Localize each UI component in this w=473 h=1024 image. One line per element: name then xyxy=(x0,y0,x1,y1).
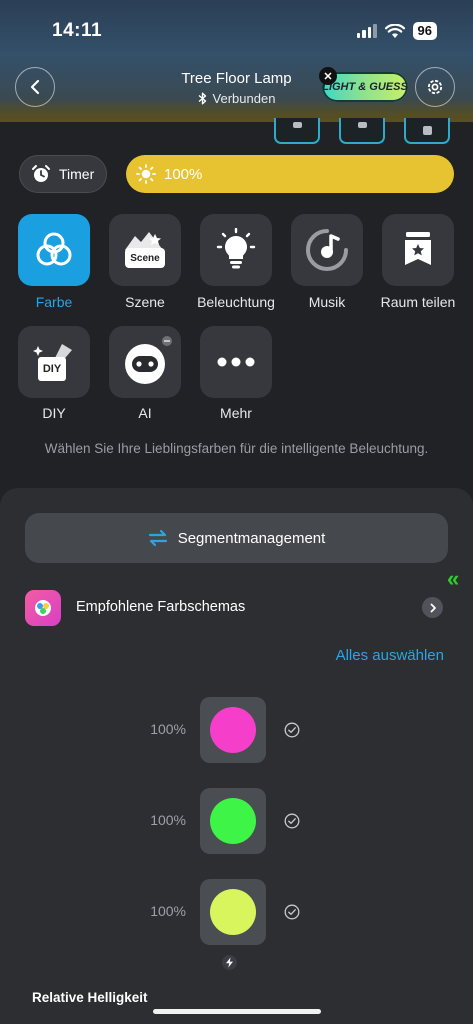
check-circle-icon[interactable] xyxy=(284,904,300,920)
diy-icon-label: DIY xyxy=(38,357,66,381)
signal-icon xyxy=(356,24,377,38)
lightbulb-icon xyxy=(216,228,256,269)
close-icon[interactable]: ✕ xyxy=(319,67,337,85)
feature-farbe[interactable] xyxy=(18,214,90,286)
color-circles-icon xyxy=(36,232,72,266)
color-swatch-item[interactable] xyxy=(200,697,266,763)
swap-arrows-icon xyxy=(148,529,167,547)
feature-label-raum-teilen: Raum teilen xyxy=(380,294,456,310)
recommended-schemes-label[interactable]: Empfohlene Farbschemas xyxy=(76,599,245,615)
connection-label: Verbunden xyxy=(212,91,276,106)
connection-status: Verbunden xyxy=(140,91,333,106)
timer-button[interactable]: Timer xyxy=(19,155,107,193)
music-icon xyxy=(306,229,348,271)
settings-button[interactable] xyxy=(415,67,455,107)
feature-label-szene: Szene xyxy=(125,294,165,310)
feature-mehr[interactable] xyxy=(200,326,272,398)
chevron-right-icon[interactable] xyxy=(422,597,443,618)
color-percent: 100% xyxy=(150,812,186,828)
segment-management-button[interactable]: Segmentmanagement xyxy=(25,513,448,563)
status-time: 14:11 xyxy=(52,20,103,41)
color-percent: 100% xyxy=(150,721,186,737)
diy-icon: DIY xyxy=(32,340,76,384)
bolt-icon xyxy=(222,955,237,970)
status-icons: 96 xyxy=(356,22,437,40)
color-swatch xyxy=(210,798,256,844)
feature-beleuchtung[interactable] xyxy=(200,214,272,286)
more-icon xyxy=(217,357,255,367)
feature-label-mehr: Mehr xyxy=(220,405,252,421)
feature-label-beleuchtung: Beleuchtung xyxy=(197,294,275,310)
color-swatch xyxy=(210,707,256,753)
back-button[interactable] xyxy=(15,67,55,107)
double-chevron-left-icon[interactable]: « xyxy=(447,566,460,592)
alarm-clock-icon xyxy=(32,165,50,182)
segment-preview xyxy=(339,118,385,144)
brightness-value: 100% xyxy=(164,165,203,183)
color-percent: 100% xyxy=(150,903,186,919)
relative-brightness-label: Relative Helligkeit xyxy=(32,990,148,1005)
timer-label: Timer xyxy=(59,166,95,182)
scene-icon: Scene xyxy=(123,230,167,270)
brightness-slider[interactable]: 100% xyxy=(126,155,454,193)
device-title: Tree Floor Lamp xyxy=(181,70,292,87)
color-swatch-item[interactable] xyxy=(200,788,266,854)
gear-icon xyxy=(427,79,443,95)
feature-label-musik: Musik xyxy=(308,294,346,310)
scene-icon-label: Scene xyxy=(125,248,165,268)
segment-preview xyxy=(274,118,320,144)
ai-robot-icon xyxy=(125,336,172,384)
description-text: Wählen Sie Ihre Lieblingsfarben für die … xyxy=(44,441,429,456)
feature-raum-teilen[interactable] xyxy=(382,214,454,286)
feature-ai[interactable] xyxy=(109,326,181,398)
home-indicator[interactable] xyxy=(153,1009,321,1014)
feature-label-ai: AI xyxy=(138,405,152,421)
color-swatch-item[interactable] xyxy=(200,879,266,945)
battery-indicator: 96 xyxy=(412,22,437,40)
select-all-link[interactable]: Alles auswählen xyxy=(300,647,444,664)
chevron-left-icon xyxy=(30,79,40,95)
check-circle-icon[interactable] xyxy=(284,813,300,829)
color-swatch xyxy=(210,889,256,935)
wifi-icon xyxy=(384,23,405,38)
feature-diy[interactable]: DIY xyxy=(18,326,90,398)
game-badge-label: LIGHT & GUESS xyxy=(322,81,408,93)
feature-szene[interactable]: Scene xyxy=(109,214,181,286)
sun-icon xyxy=(136,164,156,184)
check-circle-icon[interactable] xyxy=(284,722,300,738)
segment-preview xyxy=(404,118,450,144)
segment-management-label: Segmentmanagement xyxy=(177,529,326,547)
share-room-icon xyxy=(405,232,431,265)
color-scheme-icon xyxy=(25,590,61,626)
feature-label-farbe: Farbe xyxy=(35,294,73,310)
bluetooth-icon xyxy=(198,92,206,105)
feature-musik[interactable] xyxy=(291,214,363,286)
feature-label-diy: DIY xyxy=(42,405,66,421)
